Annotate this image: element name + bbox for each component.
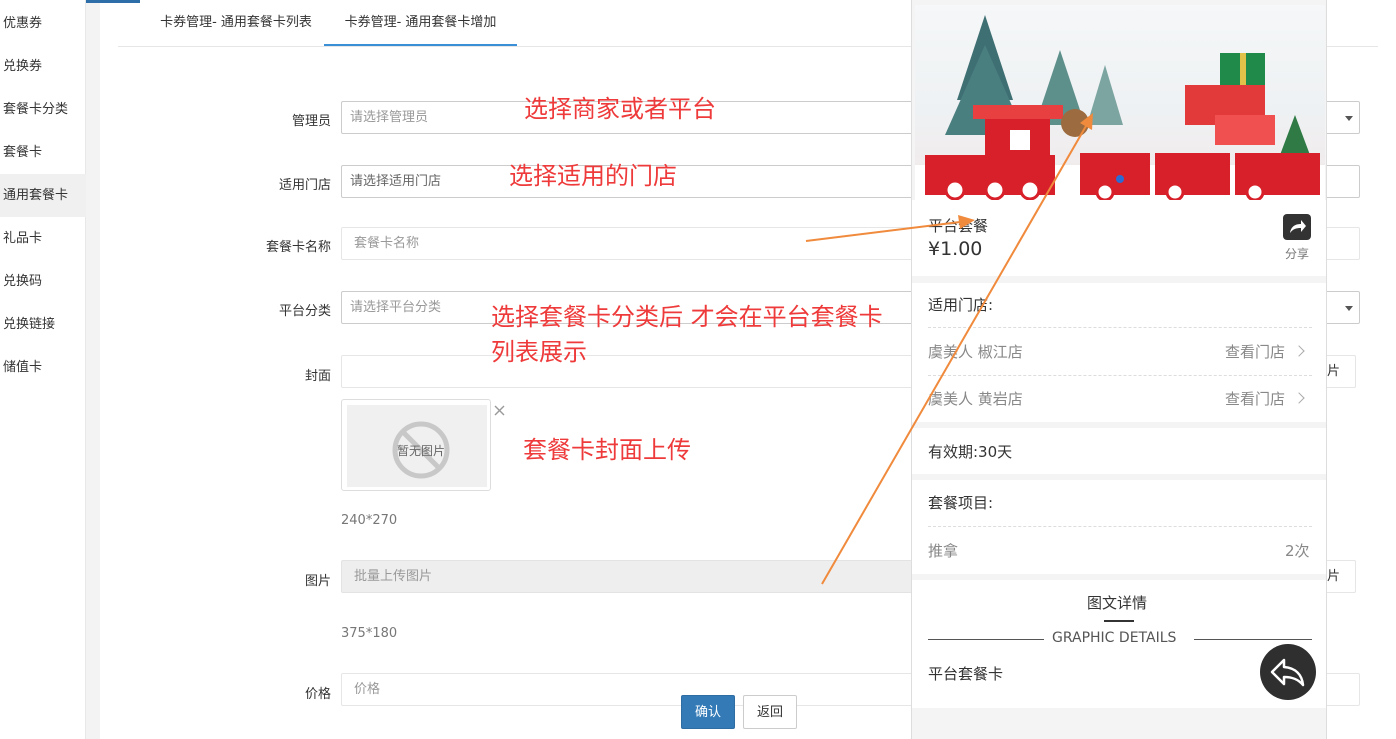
annotation-arrows xyxy=(805,113,1093,585)
page-root: 优惠券 兑换券 套餐卡分类 套餐卡 通用套餐卡 礼品卡 兑换码 兑换链接 储值卡… xyxy=(0,0,1396,739)
